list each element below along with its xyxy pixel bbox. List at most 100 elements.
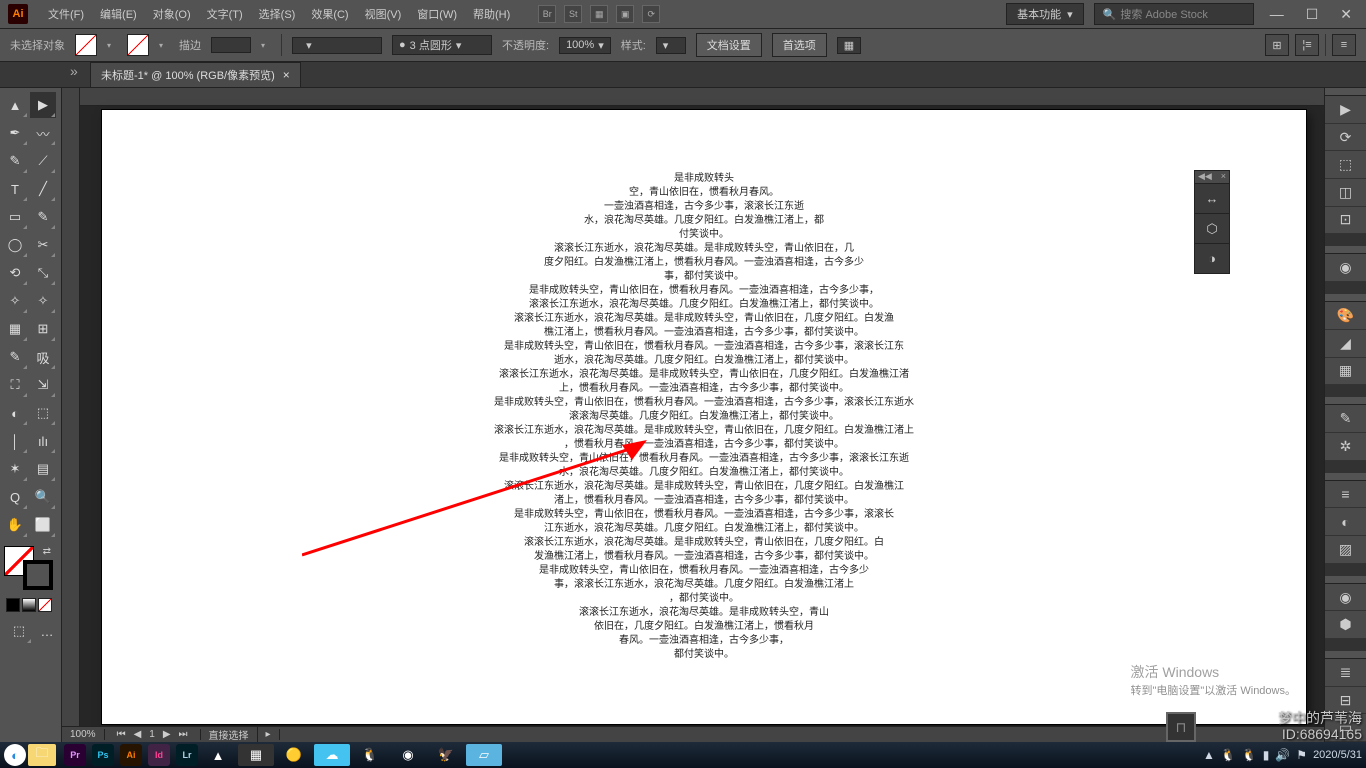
color-panel-icon[interactable]: 🎨 — [1325, 302, 1366, 330]
taskbar-adobe-icon[interactable]: Pr — [64, 744, 86, 766]
float-panel-icon[interactable]: ⬡ — [1195, 213, 1229, 243]
tool[interactable]: ✂ — [30, 232, 56, 258]
artboards-panel-icon[interactable]: ◫ — [1325, 179, 1366, 207]
asset-panel-icon[interactable]: ⊡ — [1325, 207, 1366, 235]
tool[interactable]: ◐ — [2, 400, 28, 426]
menubar-icon[interactable]: ⟳ — [642, 5, 660, 23]
tool[interactable]: 吸 — [30, 344, 56, 370]
area-type-object[interactable]: 是非成败转头空，青山依旧在，惯看秋月春风。一壶浊酒喜相逢，古今多少事，滚滚长江东… — [434, 172, 974, 662]
maximize-button[interactable]: ☐ — [1300, 6, 1325, 23]
appearance-panel-icon[interactable]: ◉ — [1325, 584, 1366, 612]
tool[interactable]: ⬜ — [30, 512, 56, 538]
transparency-panel-icon[interactable]: ▨ — [1325, 536, 1366, 564]
symbols-panel-icon[interactable]: ✲ — [1325, 433, 1366, 461]
tool[interactable]: ✧ — [2, 288, 28, 314]
first-icon[interactable]: ⏮ — [113, 729, 130, 740]
taskbar-app-icon[interactable]: ▱ — [466, 744, 502, 766]
cycle-widget-icon[interactable]: ≡ — [1332, 34, 1356, 56]
taskbar-app-icon[interactable]: 🟡 — [276, 744, 312, 766]
artboard-nav[interactable]: ⏮◀ 1 ▶⏭ — [105, 729, 201, 740]
stock-search[interactable]: 🔍 搜索 Adobe Stock — [1094, 3, 1254, 25]
menubar-icon[interactable]: ▣ — [616, 5, 634, 23]
taskbar-adobe-icon[interactable]: Ps — [92, 744, 114, 766]
isolate-icon[interactable]: ¦≡ — [1295, 34, 1319, 56]
cc-panel-icon[interactable]: ◉ — [1325, 254, 1366, 282]
tool[interactable]: ✎ — [30, 204, 56, 230]
color-guide-icon[interactable]: ◢ — [1325, 330, 1366, 358]
brush-definition[interactable]: ● 3 点圆形 ▾ — [392, 35, 492, 55]
tray-flag-icon[interactable]: ⚑ — [1296, 748, 1307, 762]
prev-icon[interactable]: ◀ — [130, 729, 146, 740]
tool[interactable]: T — [2, 176, 28, 202]
taskbar-app-icon[interactable]: ▲ — [200, 744, 236, 766]
tool[interactable]: ⛶ — [2, 372, 28, 398]
tool[interactable]: ✎ — [2, 344, 28, 370]
graphic-styles-panel-icon[interactable]: ⬢ — [1325, 611, 1366, 639]
tool[interactable]: ✋ — [2, 512, 28, 538]
stroke-panel-icon[interactable]: ≡ — [1325, 481, 1366, 509]
ruler-vertical[interactable] — [62, 88, 80, 726]
tool[interactable]: ◯ — [2, 232, 28, 258]
panel-close-icon[interactable]: × — [1221, 171, 1226, 183]
next-icon[interactable]: ▶ — [159, 729, 175, 740]
tool[interactable]: ⊞ — [30, 316, 56, 342]
tab-close-icon[interactable]: × — [283, 68, 290, 82]
panel-menu-icon[interactable]: » — [70, 63, 78, 79]
taskbar-explorer-icon[interactable]: 🗀 — [28, 744, 56, 766]
swatches-panel-icon[interactable]: ▦ — [1325, 358, 1366, 386]
zoom-level[interactable]: 100% — [62, 729, 105, 740]
tool[interactable]: ✒ — [2, 120, 28, 146]
tray-date[interactable]: 2020/5/31 — [1313, 749, 1362, 761]
libraries-panel-icon[interactable]: ⬚ — [1325, 151, 1366, 179]
tray-qq-icon[interactable]: 🐧 — [1242, 748, 1257, 762]
stroke-color[interactable] — [23, 560, 53, 590]
taskbar-adobe-icon[interactable]: Lr — [176, 744, 198, 766]
layers-panel-icon[interactable]: ⟳ — [1325, 124, 1366, 152]
tool[interactable]: ılı — [30, 428, 56, 454]
artboard[interactable]: 是非成败转头空，青山依旧在，惯看秋月春风。一壶浊酒喜相逢，古今多少事，滚滚长江东… — [102, 110, 1306, 724]
none-mode-icon[interactable] — [38, 598, 52, 612]
tool[interactable]: ✎ — [2, 148, 28, 174]
tray-up-icon[interactable]: ▲ — [1203, 748, 1215, 762]
menu-item[interactable]: 编辑(E) — [92, 6, 145, 22]
ruler-horizontal[interactable] — [80, 88, 1324, 106]
floating-panel[interactable]: ◀◀× ↔⬡◑ — [1194, 170, 1230, 274]
fill-swatch[interactable] — [75, 34, 97, 56]
properties-panel-icon[interactable]: ▶ — [1325, 96, 1366, 124]
menu-item[interactable]: 效果(C) — [303, 6, 356, 22]
last-icon[interactable]: ⏭ — [175, 729, 192, 740]
taskbar-adobe-icon[interactable]: Ai — [120, 744, 142, 766]
tray-sound-icon[interactable]: 🔊 — [1275, 748, 1290, 762]
minimize-button[interactable]: — — [1264, 6, 1290, 22]
menu-item[interactable]: 文字(T) — [199, 6, 251, 22]
swap-fill-stroke-icon[interactable]: ⇄ — [43, 546, 51, 557]
taskbar-app-icon[interactable]: 🦅 — [428, 744, 464, 766]
tool[interactable]: ╱ — [30, 176, 56, 202]
menu-item[interactable]: 视图(V) — [357, 6, 410, 22]
close-button[interactable]: ✕ — [1334, 6, 1358, 23]
float-panel-icon[interactable]: ↔ — [1195, 183, 1229, 213]
tray-qq-icon[interactable]: 🐧 — [1221, 748, 1236, 762]
menu-item[interactable]: 选择(S) — [251, 6, 304, 22]
tool[interactable]: ✧ — [30, 288, 56, 314]
tool[interactable]: ▭ — [2, 204, 28, 230]
tool[interactable]: ⤡ — [30, 260, 56, 286]
color-mode-icon[interactable] — [6, 598, 20, 612]
taskbar-app-icon[interactable]: ☁ — [314, 744, 350, 766]
stroke-swatch[interactable] — [127, 34, 149, 56]
menu-item[interactable]: 文件(F) — [40, 6, 92, 22]
taskbar-adobe-icon[interactable]: Id — [148, 744, 170, 766]
screen-mode-icon[interactable]: ⬚ — [6, 618, 32, 644]
tool[interactable]: ⬚ — [30, 400, 56, 426]
draw-mode-icon[interactable]: … — [34, 618, 60, 644]
taskbar-app-icon[interactable]: ▦ — [238, 744, 274, 766]
menu-item[interactable]: 窗口(W) — [409, 6, 465, 22]
menu-item[interactable]: 帮助(H) — [465, 6, 518, 22]
menubar-icon[interactable]: Br — [538, 5, 556, 23]
tool[interactable]: │ — [2, 428, 28, 454]
variable-width-profile[interactable]: ▾ — [292, 37, 382, 54]
menu-item[interactable]: 对象(O) — [145, 6, 199, 22]
tool[interactable]: ▤ — [30, 456, 56, 482]
float-panel-icon[interactable]: ◑ — [1195, 243, 1229, 273]
tool[interactable]: ✶ — [2, 456, 28, 482]
